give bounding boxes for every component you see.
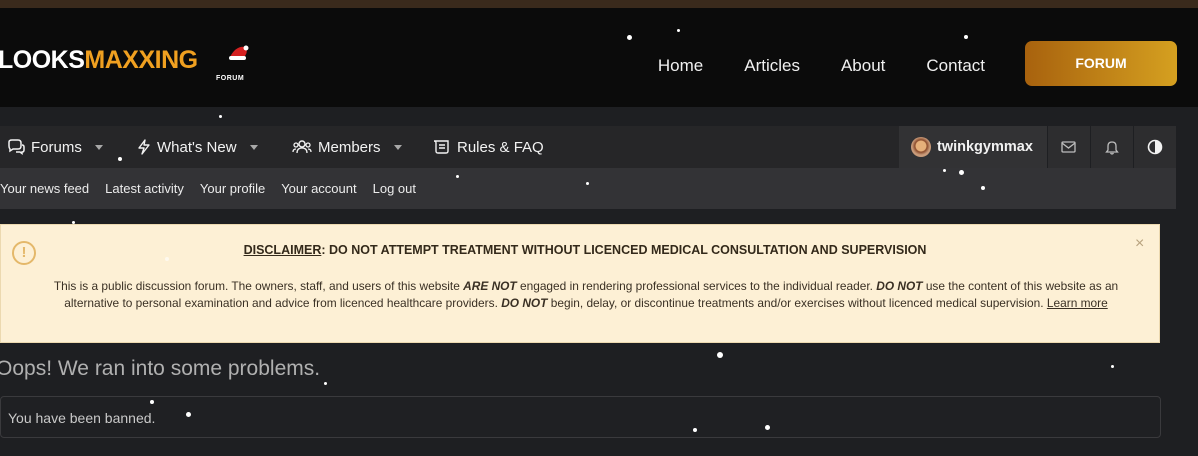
snowflake-decoration: [586, 182, 589, 185]
sub-nav-your-profile[interactable]: Your profile: [200, 181, 265, 196]
snowflake-decoration: [693, 428, 697, 432]
top-accent-line: [0, 0, 1198, 8]
forums-icon: [8, 139, 25, 155]
nav-articles[interactable]: Articles: [744, 56, 800, 76]
username: twinkgymmax: [937, 139, 1033, 155]
snowflake-decoration: [1111, 365, 1114, 368]
avatar: [911, 137, 931, 157]
snowflake-decoration: [72, 221, 75, 224]
alerts-button[interactable]: [1089, 126, 1133, 168]
sub-nav-latest-activity[interactable]: Latest activity: [105, 181, 184, 196]
nav-contact[interactable]: Contact: [926, 56, 985, 76]
disclaimer-notice: ! DISCLAIMER: DO NOT ATTEMPT TREATMENT W…: [0, 224, 1160, 343]
theme-toggle-button[interactable]: [1132, 126, 1176, 168]
nav-home[interactable]: Home: [658, 56, 703, 76]
snowflake-decoration: [627, 35, 632, 40]
sub-nav-your-account[interactable]: Your account: [281, 181, 356, 196]
snowflake-decoration: [165, 257, 169, 261]
user-area: twinkgymmax: [899, 126, 1176, 168]
user-menu-button[interactable]: twinkgymmax: [899, 126, 1047, 168]
logo-subtitle: FORUM: [216, 75, 245, 82]
forum-button[interactable]: FORUM: [1025, 41, 1177, 86]
site-logo[interactable]: LOOKSMAXXING: [0, 46, 198, 74]
logo-text-white: LOOKS: [0, 46, 85, 74]
notice-title-rest: : DO NOT ATTEMPT TREATMENT WITHOUT LICEN…: [321, 243, 927, 257]
snowflake-decoration: [118, 157, 122, 161]
nav-tab-members[interactable]: Members: [292, 126, 402, 168]
notice-title: DISCLAIMER: DO NOT ATTEMPT TREATMENT WIT…: [1, 243, 1169, 257]
sub-nav: Your news feed Latest activity Your prof…: [0, 168, 1176, 209]
snowflake-decoration: [456, 175, 459, 178]
nav-tab-forums[interactable]: Forums: [7, 126, 103, 168]
snowflake-decoration: [959, 170, 964, 175]
notice-emphasis: ARE NOT: [463, 279, 517, 293]
nav-tab-rules[interactable]: Rules & FAQ: [433, 126, 544, 168]
chevron-down-icon[interactable]: [249, 144, 258, 150]
notice-title-underlined: DISCLAIMER: [243, 243, 322, 257]
error-message-box: You have been banned.: [0, 396, 1161, 438]
nav-tab-forums-label: Forums: [31, 138, 82, 156]
rules-icon: [433, 140, 449, 154]
notice-emphasis: DO NOT: [876, 279, 923, 293]
santa-hat-icon: [229, 45, 249, 60]
chevron-down-icon[interactable]: [393, 144, 402, 150]
logo-text-orange: MAXXING: [84, 46, 198, 74]
nav-about[interactable]: About: [841, 56, 885, 76]
nav-tab-rules-label: Rules & FAQ: [457, 138, 544, 156]
snowflake-decoration: [324, 382, 327, 385]
snowflake-decoration: [943, 169, 946, 172]
nav-tab-members-label: Members: [318, 138, 381, 156]
notice-emphasis: DO NOT: [501, 296, 548, 310]
notice-body: This is a public discussion forum. The o…: [47, 278, 1125, 312]
chevron-down-icon[interactable]: [94, 144, 103, 150]
snowflake-decoration: [150, 400, 154, 404]
members-icon: [292, 140, 312, 154]
bell-icon: [1105, 140, 1119, 155]
error-message: You have been banned.: [8, 410, 156, 426]
snowflake-decoration: [964, 35, 968, 39]
snowflake-decoration: [186, 412, 191, 417]
notice-text: engaged in rendering professional servic…: [516, 279, 877, 293]
sub-nav-news-feed[interactable]: Your news feed: [0, 181, 89, 196]
learn-more-link[interactable]: Learn more: [1047, 296, 1108, 310]
snowflake-decoration: [677, 29, 680, 32]
contrast-icon: [1147, 139, 1163, 155]
bolt-icon: [138, 139, 150, 155]
envelope-icon: [1061, 141, 1077, 153]
notice-text: begin, delay, or discontinue treatments …: [547, 296, 1047, 310]
sub-nav-log-out[interactable]: Log out: [373, 181, 416, 196]
snowflake-decoration: [981, 186, 985, 190]
nav-tab-whats-new-label: What's New: [157, 138, 237, 156]
snowflake-decoration: [765, 425, 770, 430]
notice-text: This is a public discussion forum. The o…: [53, 279, 464, 293]
error-title: Oops! We ran into some problems.: [0, 357, 321, 380]
inbox-button[interactable]: [1046, 126, 1090, 168]
snowflake-decoration: [219, 115, 222, 118]
close-icon[interactable]: ×: [1135, 235, 1144, 253]
site-header: LOOKSMAXXING FORUM Home Articles About C…: [0, 8, 1198, 107]
main-nav: Home Articles About Contact: [658, 56, 985, 76]
forum-button-label: FORUM: [1075, 54, 1127, 71]
snowflake-decoration: [717, 352, 723, 358]
nav-tab-whats-new[interactable]: What's New: [137, 126, 258, 168]
forum-nav-bar: Forums What's New Members Rules & FAQ tw…: [0, 126, 1176, 168]
